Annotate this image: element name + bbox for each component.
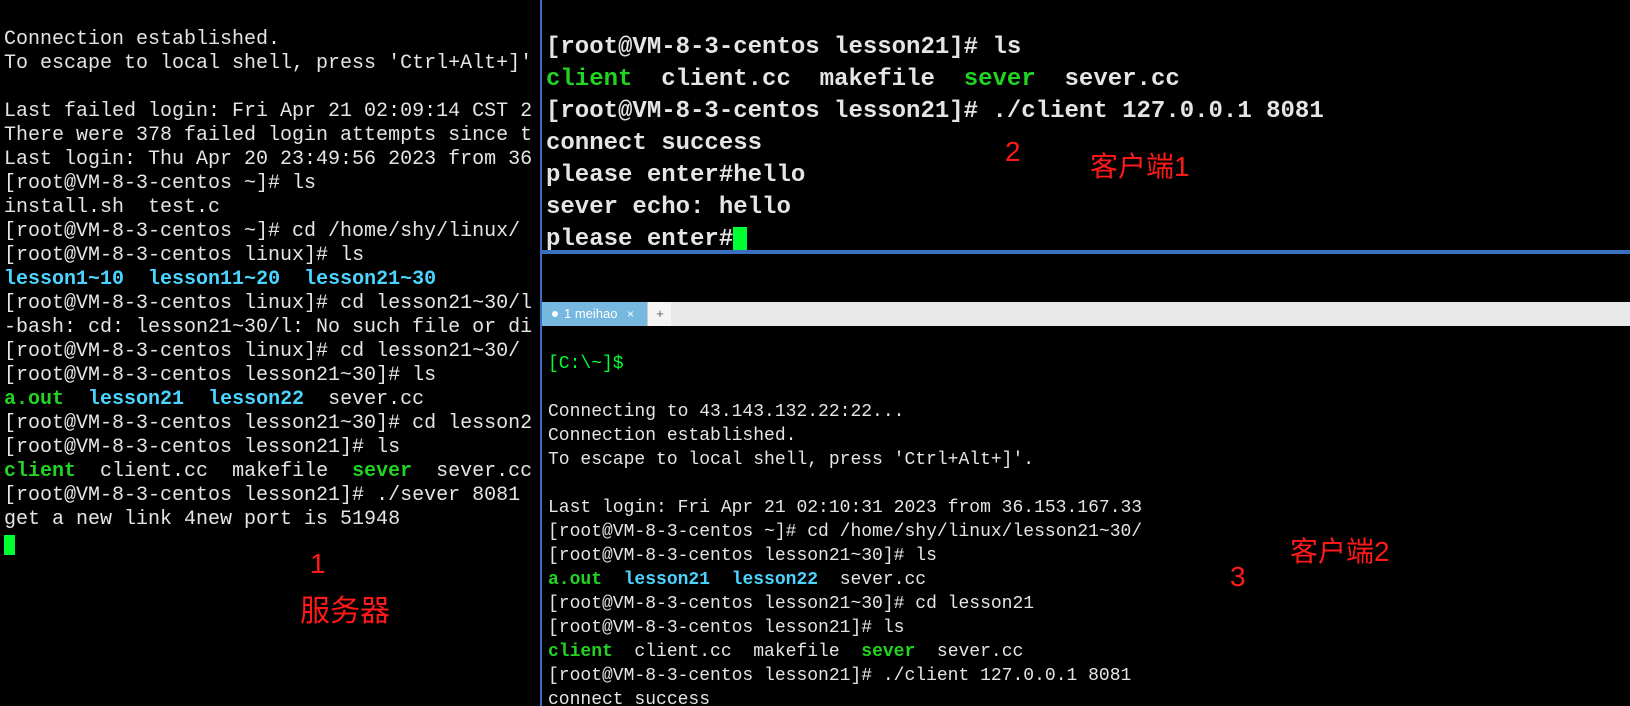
prompt: [root@VM-8-3-centos ~]# (4, 172, 292, 195)
text-line: Last login: Fri Apr 21 02:10:31 2023 fro… (548, 498, 1142, 518)
command: ls (412, 364, 436, 387)
cursor (733, 227, 747, 250)
command: cd lesson2 (412, 412, 532, 435)
dir: lesson21~30 (304, 268, 436, 291)
prompt: [root@VM-8-3-centos lesson21]# (546, 98, 992, 125)
exe: client (4, 460, 76, 483)
text-line: There were 378 failed login attempts sin… (4, 124, 532, 147)
dir: lesson21 (624, 570, 710, 590)
text-line: To escape to local shell, press 'Ctrl+Al… (548, 450, 1034, 470)
terminal-server[interactable]: Connection established. To escape to loc… (0, 0, 540, 706)
command: ls (340, 244, 364, 267)
prompt: [C:\~]$ (548, 354, 634, 374)
file: sever.cc (840, 570, 926, 590)
command: ls (292, 172, 316, 195)
terminal-client2[interactable]: 1 meihao × + [C:\~]$ Connecting to 43.14… (542, 254, 1630, 706)
exe: sever (352, 460, 412, 483)
command: cd lesson21 (915, 594, 1034, 614)
tab-active[interactable]: 1 meihao × (542, 302, 647, 326)
pane-divider-vertical[interactable] (540, 0, 542, 706)
prompt: [root@VM-8-3-centos lesson21]# (546, 34, 992, 61)
command: cd /home/shy/linux/ (292, 220, 520, 243)
text-line: sever echo: hello (546, 194, 791, 221)
prompt: [root@VM-8-3-centos linux]# (4, 340, 340, 363)
text-line: connect success (548, 690, 710, 706)
file: sever.cc (937, 642, 1023, 662)
command: cd lesson21~30/ (340, 340, 520, 363)
exe: sever (861, 642, 915, 662)
dir: lesson11~20 (148, 268, 280, 291)
file: makefile (753, 642, 839, 662)
text-line: -bash: cd: lesson21~30/l: No such file o… (4, 316, 532, 339)
text-line: Last failed login: Fri Apr 21 02:09:14 C… (4, 100, 532, 123)
file: sever.cc (328, 388, 424, 411)
add-tab-button[interactable]: + (647, 302, 671, 326)
cursor (4, 535, 15, 555)
text-line: please enter#hello (546, 162, 805, 189)
file: client.cc (100, 460, 208, 483)
tab-label: 1 meihao (564, 302, 617, 326)
terminal-body[interactable]: [C:\~]$ Connecting to 43.143.132.22:22..… (542, 350, 1630, 706)
file: makefile (820, 66, 935, 93)
command: cd lesson21~30/l (340, 292, 532, 315)
prompt: [root@VM-8-3-centos lesson21~30]# (4, 412, 412, 435)
dir: lesson22 (208, 388, 304, 411)
text-line: Connection established. (548, 426, 796, 446)
command: ls (915, 546, 937, 566)
prompt: [root@VM-8-3-centos lesson21]# (4, 436, 376, 459)
text-line: please enter# (546, 226, 733, 250)
command: ls (376, 436, 400, 459)
text-line: get a new link 4new port is 51948 (4, 508, 400, 531)
prompt: [root@VM-8-3-centos lesson21]# (4, 484, 376, 507)
file: sever.cc (1065, 66, 1180, 93)
command: ls (992, 34, 1021, 61)
command: ls (883, 618, 905, 638)
file: makefile (232, 460, 328, 483)
terminal-client1[interactable]: [root@VM-8-3-centos lesson21]# ls client… (542, 0, 1630, 250)
text-line: install.sh test.c (4, 196, 220, 219)
text-line: connect success (546, 130, 762, 157)
exe: client (548, 642, 613, 662)
prompt: [root@VM-8-3-centos lesson21]# (548, 666, 883, 686)
dir: lesson21 (88, 388, 184, 411)
prompt: [root@VM-8-3-centos linux]# (4, 292, 340, 315)
tab-dot-icon (552, 311, 558, 317)
command: ./client 127.0.0.1 8081 (883, 666, 1131, 686)
file: sever.cc (436, 460, 532, 483)
pane-divider-horizontal[interactable] (542, 250, 1630, 254)
command: ./sever 8081 (376, 484, 520, 507)
dir: lesson1~10 (4, 268, 124, 291)
exe: a.out (548, 570, 602, 590)
prompt: [root@VM-8-3-centos ~]# (548, 522, 807, 542)
text-line: Connection established. (4, 28, 280, 51)
dir: lesson22 (732, 570, 818, 590)
text-line: Last login: Thu Apr 20 23:49:56 2023 fro… (4, 148, 532, 171)
prompt: [root@VM-8-3-centos linux]# (4, 244, 340, 267)
prompt: [root@VM-8-3-centos ~]# (4, 220, 292, 243)
prompt: [root@VM-8-3-centos lesson21~30]# (4, 364, 412, 387)
prompt: [root@VM-8-3-centos lesson21]# (548, 618, 883, 638)
text-line: To escape to local shell, press 'Ctrl+Al… (4, 52, 532, 75)
exe: sever (964, 66, 1036, 93)
text-line: Connecting to 43.143.132.22:22... (548, 402, 904, 422)
exe: a.out (4, 388, 64, 411)
file: client.cc (661, 66, 791, 93)
tab-bar: 1 meihao × + (542, 302, 1630, 326)
command: ./client 127.0.0.1 8081 (992, 98, 1323, 125)
command: cd /home/shy/linux/lesson21~30/ (807, 522, 1142, 542)
prompt: [root@VM-8-3-centos lesson21~30]# (548, 594, 915, 614)
close-icon[interactable]: × (623, 307, 637, 321)
prompt: [root@VM-8-3-centos lesson21~30]# (548, 546, 915, 566)
exe: client (546, 66, 632, 93)
file: client.cc (634, 642, 731, 662)
